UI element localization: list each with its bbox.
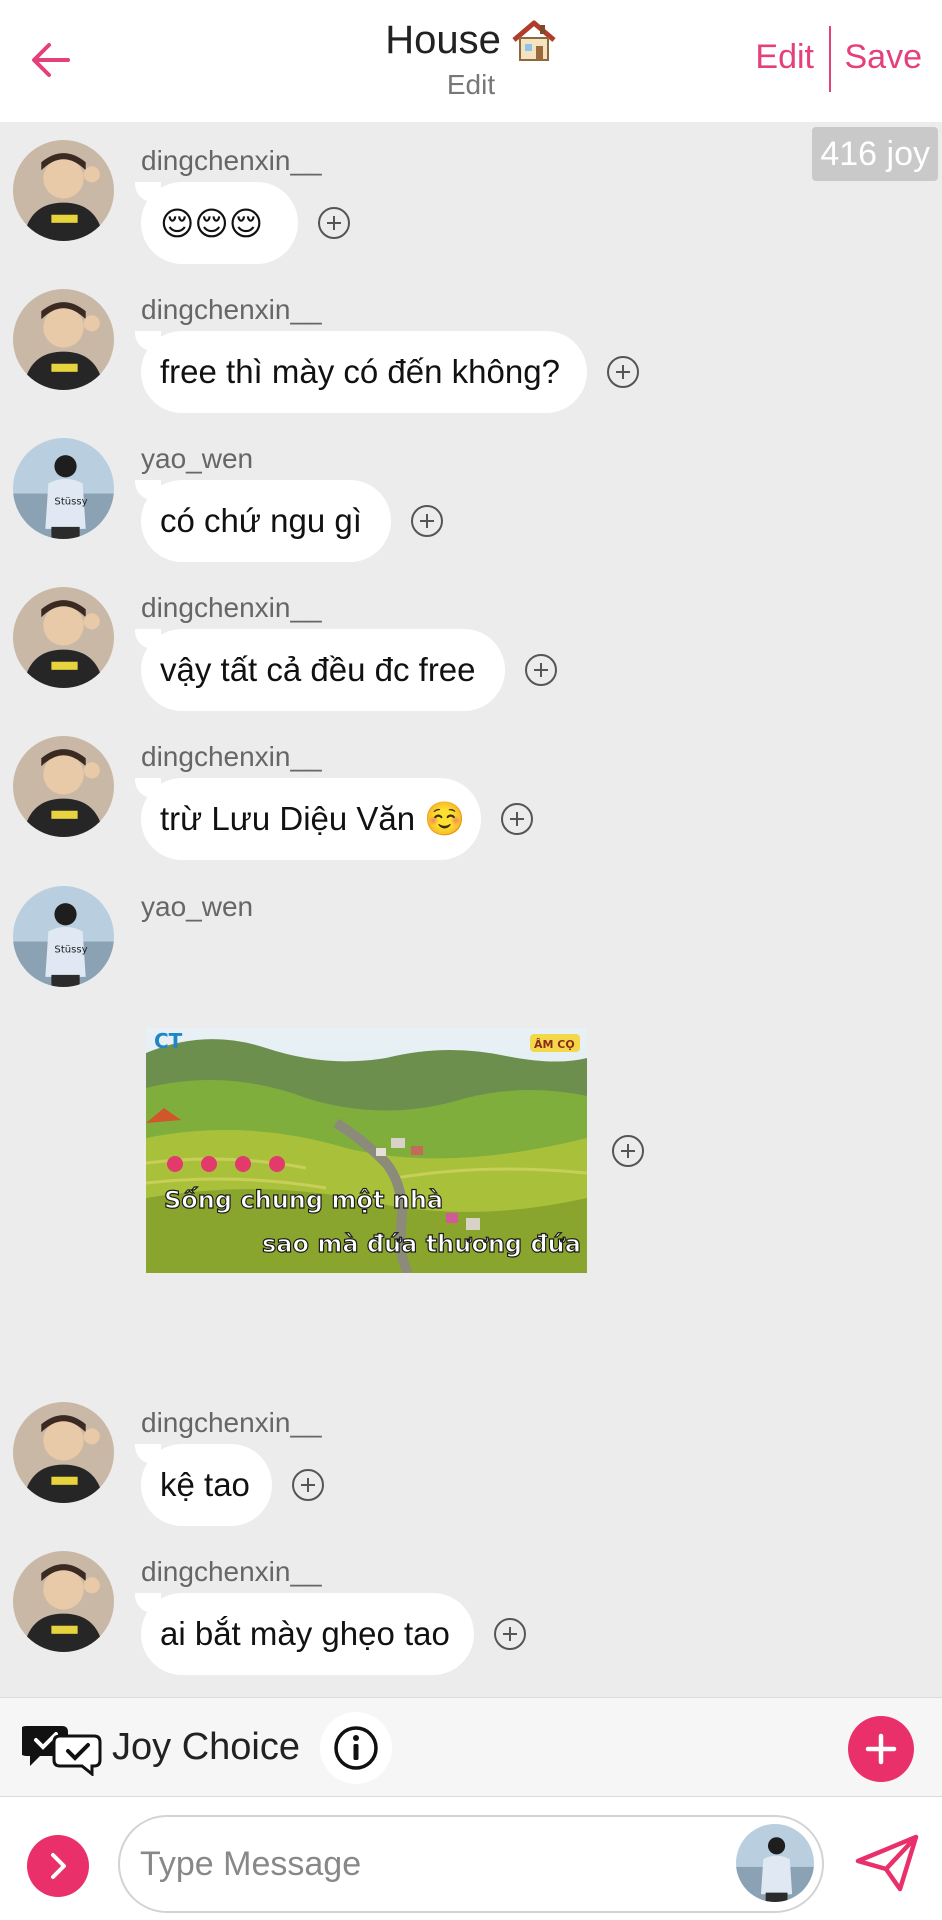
add-joy-button[interactable]	[848, 1716, 914, 1782]
add-reaction-icon[interactable]	[411, 505, 443, 537]
chat-header: House Edit Edit Save	[0, 0, 942, 122]
message-text: 😌😌😌	[160, 204, 264, 242]
message-bubble: kệ tao	[135, 1444, 272, 1526]
message-input[interactable]	[140, 1817, 730, 1911]
header-divider	[829, 26, 831, 92]
avatar[interactable]	[13, 587, 114, 688]
message-text: vậy tất cả đều đc free	[160, 651, 476, 688]
message-input-wrap	[118, 1815, 824, 1913]
avatar[interactable]	[13, 140, 114, 241]
expand-button[interactable]	[27, 1835, 89, 1897]
message-text: có chứ ngu gì	[160, 502, 362, 539]
joy-balance-badge: 416 joy	[812, 127, 938, 181]
edit-button[interactable]: Edit	[755, 38, 814, 77]
message-text: free thì mày có đến không?	[160, 353, 560, 390]
plus-icon	[865, 1733, 897, 1765]
send-icon[interactable]	[854, 1833, 920, 1893]
add-reaction-icon[interactable]	[525, 654, 557, 686]
chevron-right-icon	[51, 1853, 66, 1879]
message-bubble: trừ Lưu Diệu Văn ☺️	[135, 778, 481, 860]
message-username: dingchenxin__	[141, 145, 322, 176]
back-arrow-icon	[32, 43, 70, 77]
add-reaction-icon[interactable]	[318, 207, 350, 239]
sticker-corner-left: CT	[154, 1029, 183, 1053]
composer-avatar[interactable]	[736, 1824, 814, 1902]
avatar[interactable]: Stüssy	[13, 886, 114, 987]
add-reaction-icon[interactable]	[292, 1469, 324, 1501]
message-text: ai bắt mày ghẹo tao	[160, 1615, 450, 1652]
message-username: yao_wen	[141, 443, 254, 474]
message-bubble: có chứ ngu gì	[135, 480, 391, 562]
chat-title: House	[385, 18, 501, 62]
add-reaction-icon[interactable]	[607, 356, 639, 388]
joy-choice-label[interactable]: Joy Choice	[112, 1726, 300, 1769]
sticker-image[interactable]: CT ÂM CỌ Sống chung một nhà sao mà đứa t…	[146, 1028, 587, 1273]
sticker-caption-line2: sao mà đứa thương đứa ghét	[262, 1230, 587, 1258]
message-username: dingchenxin__	[141, 1556, 322, 1587]
info-icon	[334, 1726, 378, 1770]
message-text: kệ tao	[160, 1466, 250, 1503]
avatar[interactable]	[13, 1402, 114, 1503]
sticker-corner-right: ÂM CỌ	[534, 1038, 575, 1051]
avatar[interactable]	[13, 289, 114, 390]
house-icon	[512, 20, 556, 61]
message-bubble: 😌😌😌	[135, 182, 298, 264]
info-button[interactable]	[320, 1712, 392, 1784]
avatar[interactable]	[13, 1551, 114, 1652]
message-username: dingchenxin__	[141, 741, 322, 772]
composer	[0, 1797, 942, 1920]
avatar[interactable]	[13, 736, 114, 837]
add-reaction-icon[interactable]	[501, 803, 533, 835]
message-username: dingchenxin__	[141, 294, 322, 325]
chat-hearts-icon	[22, 1726, 102, 1776]
svg-text:Stüssy: Stüssy	[54, 945, 87, 956]
message-text: trừ Lưu Diệu Văn ☺️	[160, 799, 466, 837]
add-reaction-icon[interactable]	[612, 1135, 644, 1167]
message-username: dingchenxin__	[141, 592, 322, 623]
add-reaction-icon[interactable]	[494, 1618, 526, 1650]
svg-text:Stüssy: Stüssy	[54, 497, 87, 508]
message-bubble: free thì mày có đến không?	[135, 331, 587, 413]
sticker-caption-line1: Sống chung một nhà	[164, 1186, 443, 1214]
message-bubble: vậy tất cả đều đc free	[135, 629, 505, 711]
joy-choice-bar: Joy Choice	[0, 1697, 942, 1797]
save-button[interactable]: Save	[845, 38, 923, 77]
message-bubble: ai bắt mày ghẹo tao	[135, 1593, 474, 1675]
avatar[interactable]: Stüssy	[13, 438, 114, 539]
message-username: dingchenxin__	[141, 1407, 322, 1438]
message-username: yao_wen	[141, 891, 254, 922]
back-button[interactable]	[20, 30, 80, 90]
